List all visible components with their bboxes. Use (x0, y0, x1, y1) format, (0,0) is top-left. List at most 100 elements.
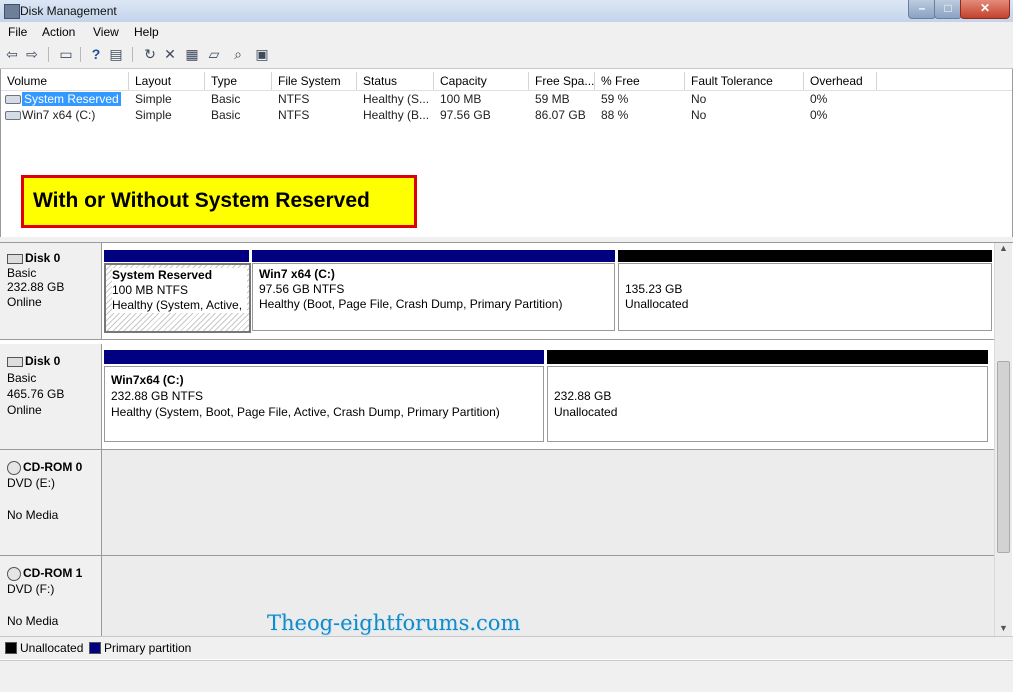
partition-header-bar (104, 350, 544, 364)
cdrom-label[interactable]: CD-ROM 1 DVD (F:) No Media (0, 556, 102, 636)
header-divider (1, 90, 1012, 91)
volume-icon (5, 111, 21, 121)
column-header-file-system[interactable]: File System (272, 72, 357, 90)
disk-name: Disk 0 (7, 250, 60, 266)
scroll-down-arrow[interactable]: ▼ (995, 623, 1012, 633)
cdrom-drive: DVD (F:) (7, 582, 55, 596)
disk-type: Basic (7, 371, 37, 385)
file-system-cell: NTFS (278, 108, 310, 122)
volume-list[interactable]: Volume Layout Type File System Status Ca… (0, 69, 1013, 238)
close-button[interactable]: ✕ (960, 0, 1010, 19)
capacity-cell: 100 MB (440, 92, 482, 106)
partition-system-reserved[interactable]: System Reserved 100 MB NTFS Healthy (Sys… (104, 263, 251, 333)
rescan-icon[interactable]: ▣ (254, 46, 270, 62)
file-system-cell: NTFS (278, 92, 310, 106)
list-view-icon[interactable]: ▤ (108, 46, 124, 62)
type-cell: Basic (211, 92, 241, 106)
table-row[interactable]: Win7 x64 (C:) Simple Basic NTFS Healthy … (1, 108, 1012, 123)
table-row[interactable]: System Reserved Simple Basic NTFS Health… (1, 92, 1012, 107)
disk-map: Disk 0 Basic 232.88 GB Online System Res… (0, 243, 1013, 636)
partition-unallocated[interactable]: 232.88 GB Unallocated (547, 366, 988, 442)
toolbar-separator (132, 47, 133, 62)
disk-label[interactable]: Disk 0 Basic 232.88 GB Online (0, 243, 102, 339)
menu-help[interactable]: Help (134, 25, 159, 39)
menu-file[interactable]: File (8, 25, 27, 39)
status-cell: Healthy (S... (363, 92, 430, 106)
cdrom-media: No Media (7, 614, 59, 628)
status-bar (0, 660, 1013, 692)
disk-label[interactable]: Disk 0 Basic 465.76 GB Online (0, 344, 102, 449)
disk-size: 232.88 GB (7, 280, 65, 294)
menu-action[interactable]: Action (42, 25, 75, 39)
partition-status: Unallocated (625, 297, 689, 311)
legend-label-unallocated: Unallocated (20, 641, 84, 655)
toolbar-separator (48, 47, 49, 62)
column-header-fault-tolerance[interactable]: Fault Tolerance (685, 72, 804, 90)
maximize-button[interactable]: □ (934, 0, 962, 19)
callout-text: With or Without System Reserved (33, 189, 370, 212)
legend-bar: Unallocated Primary partition (0, 636, 1013, 659)
cd-drive-icon (7, 566, 21, 581)
legend-label-primary: Primary partition (104, 641, 192, 655)
explore-icon[interactable]: ⌕ (230, 46, 246, 62)
partition-size: 100 MB NTFS (112, 283, 247, 298)
cdrom-name: CD-ROM 1 (7, 565, 82, 581)
partition-status: Healthy (System, Active, (112, 298, 247, 313)
volume-name: System Reserved (22, 92, 121, 106)
partition-win7-c[interactable]: Win7 x64 (C:) 97.56 GB NTFS Healthy (Boo… (252, 263, 615, 331)
partition-header-bar (618, 250, 992, 262)
column-header-free-space[interactable]: Free Spa... (529, 72, 595, 90)
cdrom-label[interactable]: CD-ROM 0 DVD (E:) No Media (0, 450, 102, 555)
partition-title: System Reserved (112, 268, 247, 283)
refresh-icon[interactable]: ↻ (142, 46, 158, 62)
menu-bar: File Action View Help (0, 22, 1013, 42)
column-header-volume[interactable]: Volume (1, 72, 129, 90)
partition-status: Healthy (Boot, Page File, Crash Dump, Pr… (259, 297, 563, 311)
partition-win7x64-c[interactable]: Win7x64 (C:) 232.88 GB NTFS Healthy (Sys… (104, 366, 544, 442)
column-header-type[interactable]: Type (205, 72, 272, 90)
scroll-up-arrow[interactable]: ▲ (995, 243, 1012, 253)
back-icon[interactable]: ⇦ (4, 46, 20, 62)
column-header-capacity[interactable]: Capacity (434, 72, 529, 90)
fault-tolerance-cell: No (691, 108, 707, 122)
hard-disk-icon (7, 356, 23, 367)
toolbar-separator (80, 47, 81, 62)
cdrom-row[interactable]: CD-ROM 0 DVD (E:) No Media (0, 450, 994, 556)
partition-header-bar (252, 250, 615, 262)
help-icon[interactable]: ? (88, 46, 104, 62)
open-icon[interactable]: ▱ (206, 46, 222, 62)
forward-icon[interactable]: ⇨ (24, 46, 40, 62)
cdrom-name: CD-ROM 0 (7, 459, 82, 475)
minimize-button[interactable]: – (908, 0, 936, 19)
column-header-percent-free[interactable]: % Free (595, 72, 685, 90)
free-space-cell: 59 MB (535, 92, 570, 106)
cdrom-drive: DVD (E:) (7, 476, 55, 490)
cdrom-area (102, 450, 994, 555)
partition-status: Healthy (System, Boot, Page File, Active… (111, 405, 500, 419)
disk-row[interactable]: Disk 0 Basic 232.88 GB Online System Res… (0, 243, 994, 340)
vertical-scrollbar[interactable]: ▲ ▼ (994, 243, 1012, 636)
delete-icon[interactable]: ✕ (162, 46, 178, 62)
title-bar: Disk Management – □ ✕ (0, 0, 1013, 23)
overhead-cell: 0% (810, 108, 828, 122)
partition-size: 97.56 GB NTFS (259, 282, 345, 296)
scroll-thumb[interactable] (997, 361, 1010, 553)
menu-view[interactable]: View (93, 25, 119, 39)
watermark-text: Theog-eightforums.com (267, 611, 521, 635)
partition-unallocated[interactable]: 135.23 GB Unallocated (618, 263, 992, 331)
cd-drive-icon (7, 460, 21, 475)
column-header-overhead[interactable]: Overhead (804, 72, 877, 90)
properties-icon[interactable]: ▦ (184, 46, 200, 62)
partition-size: 232.88 GB (554, 389, 612, 403)
volume-cell: Win7 x64 (C:) (5, 108, 95, 122)
column-header-layout[interactable]: Layout (129, 72, 205, 90)
legend-swatch-unallocated (5, 642, 17, 654)
disk-row[interactable]: Disk 0 Basic 465.76 GB Online Win7x64 (C… (0, 344, 994, 450)
partition-size: 135.23 GB (625, 282, 683, 296)
partition-title: Win7 x64 (C:) (259, 267, 335, 281)
partition-status: Unallocated (554, 405, 618, 419)
console-tree-icon[interactable]: ▭ (58, 46, 74, 62)
column-header-status[interactable]: Status (357, 72, 434, 90)
toolbar: ⇦ ⇨ ▭ ? ▤ ↻ ✕ ▦ ▱ ⌕ ▣ (0, 42, 1013, 69)
disk-management-app-icon (4, 4, 20, 19)
